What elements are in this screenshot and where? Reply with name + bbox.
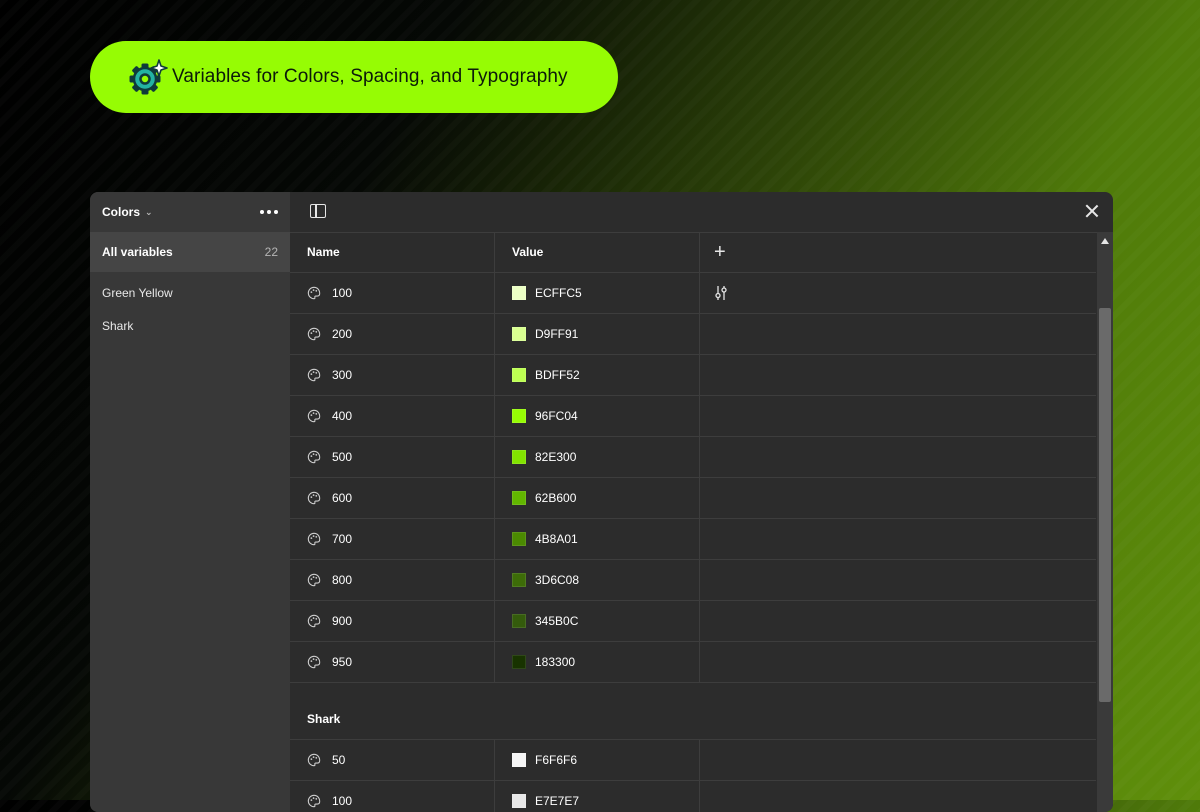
toolbar: [290, 192, 1113, 233]
color-swatch[interactable]: [512, 753, 526, 767]
color-swatch[interactable]: [512, 655, 526, 669]
variable-value[interactable]: F6F6F6: [535, 753, 577, 767]
variables-window: Colors ⌄ All variables 22 Green Yellow S…: [90, 192, 1113, 812]
collection-selector[interactable]: Colors ⌄: [90, 192, 290, 232]
scroll-up-arrow-icon[interactable]: [1101, 238, 1109, 244]
group-heading-shark: Shark: [290, 683, 1096, 740]
palette-icon: [307, 614, 321, 628]
table-row[interactable]: 700 4B8A01: [290, 519, 1096, 560]
variable-name[interactable]: 900: [332, 614, 352, 628]
table-row[interactable]: 900 345B0C: [290, 601, 1096, 642]
table-row[interactable]: 200 D9FF91: [290, 314, 1096, 355]
palette-icon: [307, 450, 321, 464]
color-swatch[interactable]: [512, 409, 526, 423]
palette-icon: [307, 327, 321, 341]
table-row[interactable]: 600 62B600: [290, 478, 1096, 519]
table-row[interactable]: 100 ECFFC5: [290, 273, 1096, 314]
palette-icon: [307, 409, 321, 423]
variable-value[interactable]: BDFF52: [535, 368, 580, 382]
toggle-sidebar-icon[interactable]: [310, 204, 326, 218]
color-swatch[interactable]: [512, 614, 526, 628]
sidebar-item-shark[interactable]: Shark: [90, 309, 290, 342]
color-swatch[interactable]: [512, 450, 526, 464]
scroll-thumb[interactable]: [1099, 308, 1111, 702]
palette-icon: [307, 491, 321, 505]
palette-icon: [307, 753, 321, 767]
table-row[interactable]: 400 96FC04: [290, 396, 1096, 437]
collections-sidebar: Colors ⌄ All variables 22 Green Yellow S…: [90, 192, 290, 812]
add-mode-button[interactable]: +: [714, 241, 726, 264]
vertical-scrollbar[interactable]: [1097, 232, 1113, 812]
variable-name[interactable]: 500: [332, 450, 352, 464]
color-swatch[interactable]: [512, 491, 526, 505]
variable-name[interactable]: 300: [332, 368, 352, 382]
table-row[interactable]: 100 E7E7E7: [290, 781, 1096, 812]
variable-name[interactable]: 800: [332, 573, 352, 587]
shark-rows: 50 F6F6F6 100 E7E7E7: [290, 740, 1096, 812]
feature-banner: Variables for Colors, Spacing, and Typog…: [90, 41, 618, 113]
column-header-name: Name: [290, 232, 495, 272]
variable-count: 22: [264, 245, 278, 259]
collection-name: Colors: [102, 205, 141, 219]
variable-name[interactable]: 600: [332, 491, 352, 505]
chevron-down-icon: ⌄: [145, 207, 153, 217]
sidebar-item-all-variables[interactable]: All variables 22: [90, 232, 290, 272]
variable-value[interactable]: 62B600: [535, 491, 576, 505]
more-options-icon[interactable]: [260, 210, 278, 214]
variable-value[interactable]: 4B8A01: [535, 532, 578, 546]
variables-table: Name Value + 100 ECFFC5 200 D9FF91 300 BDFF52…: [290, 232, 1096, 812]
variable-value[interactable]: ECFFC5: [535, 286, 582, 300]
variable-name[interactable]: 100: [332, 286, 352, 300]
color-swatch[interactable]: [512, 368, 526, 382]
palette-icon: [307, 573, 321, 587]
table-row[interactable]: 950 183300: [290, 642, 1096, 683]
variable-name[interactable]: 700: [332, 532, 352, 546]
variable-value[interactable]: 82E300: [535, 450, 576, 464]
color-swatch[interactable]: [512, 573, 526, 587]
palette-icon: [307, 655, 321, 669]
table-row[interactable]: 800 3D6C08: [290, 560, 1096, 601]
table-row[interactable]: 500 82E300: [290, 437, 1096, 478]
variable-name[interactable]: 100: [332, 794, 352, 808]
color-swatch[interactable]: [512, 327, 526, 341]
color-swatch[interactable]: [512, 286, 526, 300]
table-row[interactable]: 50 F6F6F6: [290, 740, 1096, 781]
variable-name[interactable]: 50: [332, 753, 345, 767]
palette-icon: [307, 532, 321, 546]
close-icon[interactable]: [1083, 202, 1101, 220]
variable-value[interactable]: 183300: [535, 655, 575, 669]
variable-value[interactable]: D9FF91: [535, 327, 578, 341]
variable-value[interactable]: 3D6C08: [535, 573, 579, 587]
banner-title: Variables for Colors, Spacing, and Typog…: [172, 66, 568, 87]
color-swatch[interactable]: [512, 794, 526, 808]
palette-icon: [307, 368, 321, 382]
column-header-value: Value: [495, 232, 700, 272]
green-yellow-rows: 100 ECFFC5 200 D9FF91 300 BDFF52 400 96FC04 500 8…: [290, 273, 1096, 683]
table-row[interactable]: 300 BDFF52: [290, 355, 1096, 396]
variable-name[interactable]: 950: [332, 655, 352, 669]
palette-icon: [307, 286, 321, 300]
color-swatch[interactable]: [512, 532, 526, 546]
table-header: Name Value +: [290, 232, 1096, 273]
sidebar-item-label: All variables: [102, 245, 173, 259]
variable-name[interactable]: 200: [332, 327, 352, 341]
sidebar-item-green-yellow[interactable]: Green Yellow: [90, 276, 290, 309]
palette-icon: [307, 794, 321, 808]
variable-value[interactable]: 96FC04: [535, 409, 578, 423]
adjust-icon[interactable]: [714, 285, 728, 301]
variables-main: Name Value + 100 ECFFC5 200 D9FF91 300 BDFF52…: [290, 192, 1113, 812]
sparkle-gear-icon: [129, 59, 168, 95]
variable-value[interactable]: 345B0C: [535, 614, 578, 628]
variable-value[interactable]: E7E7E7: [535, 794, 579, 808]
variable-name[interactable]: 400: [332, 409, 352, 423]
